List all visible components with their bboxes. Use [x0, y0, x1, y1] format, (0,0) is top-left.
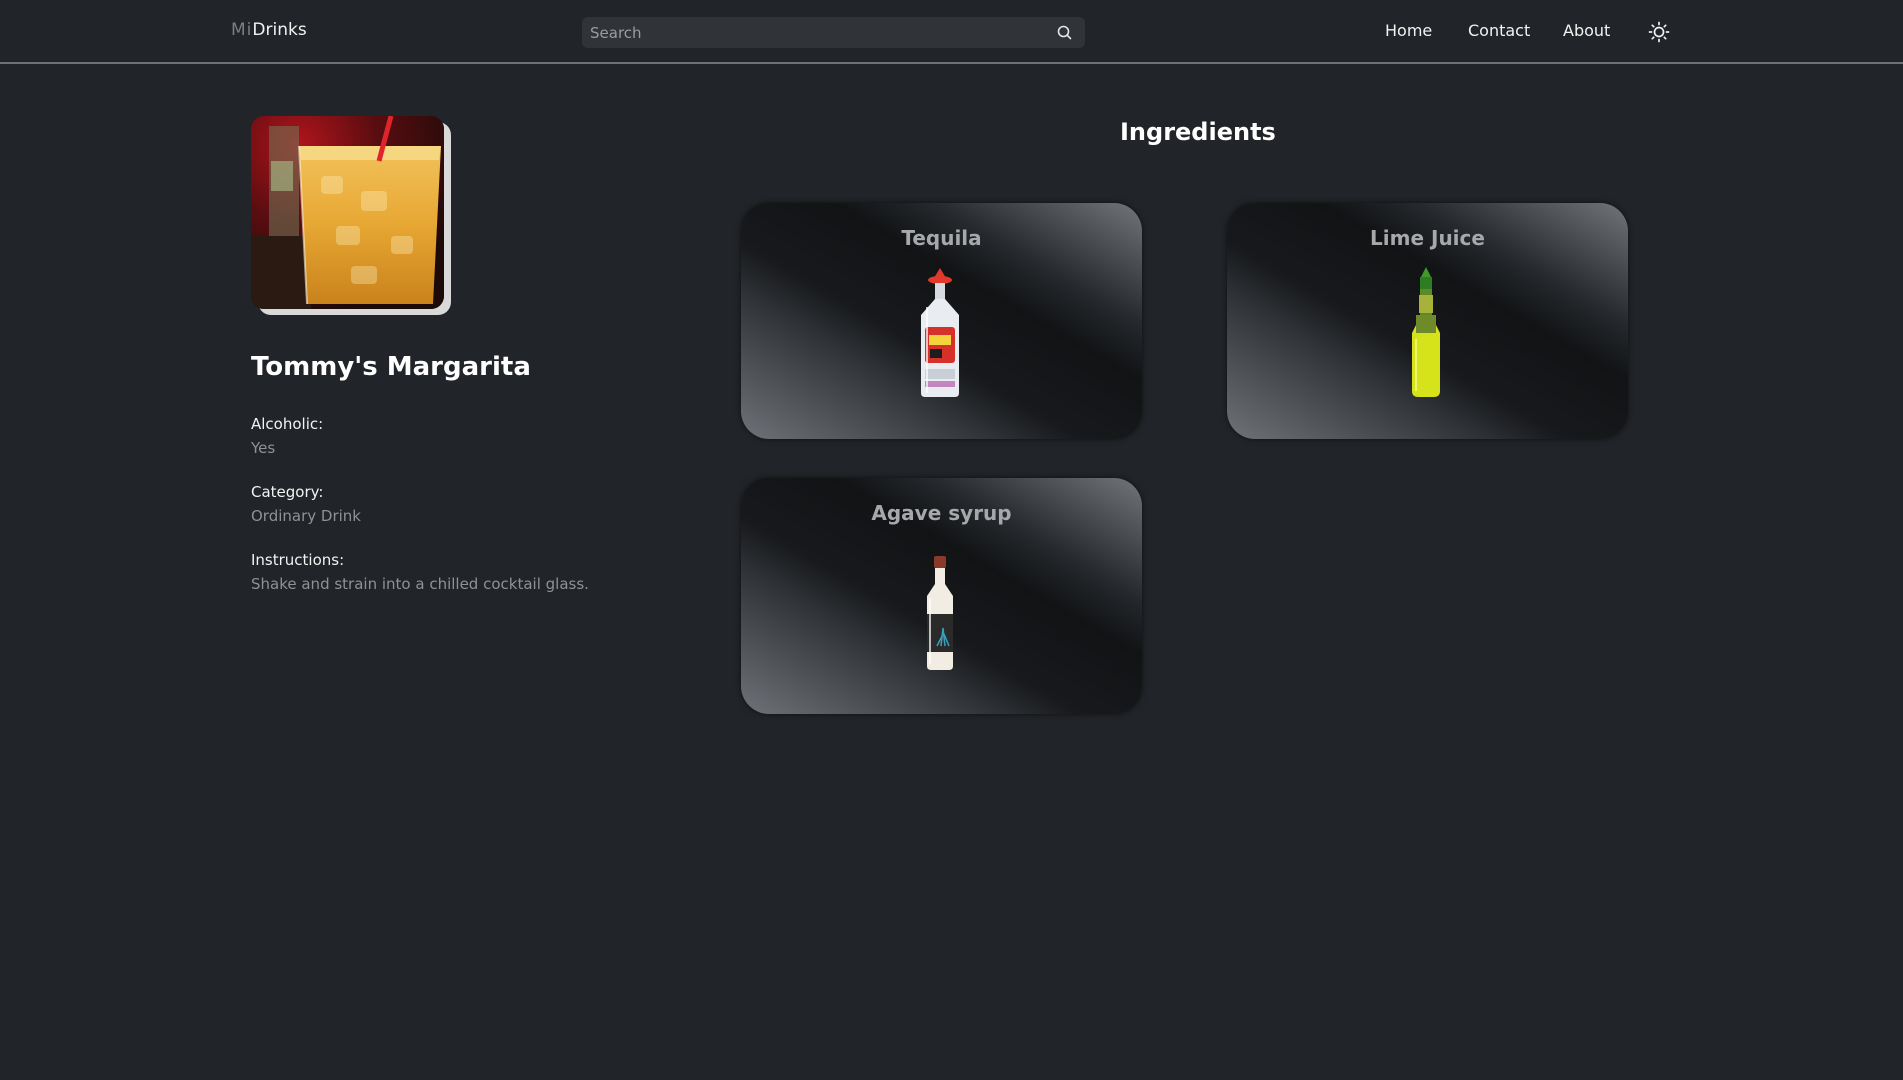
tequila-bottle-icon [921, 268, 959, 397]
drink-name: Tommy's Margarita [251, 352, 531, 382]
instructions-value: Shake and strain into a chilled cocktail… [251, 575, 589, 593]
drink-photo [251, 116, 444, 309]
nav-home[interactable]: Home [1385, 21, 1432, 40]
lime-juice-bottle-icon [1412, 267, 1440, 397]
nav-contact[interactable]: Contact [1468, 21, 1530, 40]
logo-drinks: Drinks [252, 20, 307, 40]
site-logo[interactable]: MiDrinks [231, 20, 307, 40]
top-navbar: MiDrinks Home Contact About [0, 0, 1903, 64]
nav-about[interactable]: About [1563, 21, 1610, 40]
alcoholic-value: Yes [251, 439, 276, 457]
sun-icon[interactable] [1648, 21, 1670, 43]
logo-mi: Mi [231, 20, 253, 40]
instructions-label: Instructions: [251, 551, 345, 569]
category-label: Category: [251, 483, 324, 501]
ingredient-card-tequila[interactable]: Tequila [741, 203, 1142, 439]
agave-syrup-bottle-icon [927, 556, 953, 670]
search-bar [582, 17, 1085, 48]
ingredient-card-lime-juice[interactable]: Lime Juice [1227, 203, 1628, 439]
ingredient-card-agave-syrup[interactable]: Agave syrup [741, 478, 1142, 714]
ingredients-heading: Ingredients [1120, 118, 1276, 146]
search-icon[interactable] [1056, 24, 1073, 41]
category-value: Ordinary Drink [251, 507, 361, 525]
alcoholic-label: Alcoholic: [251, 415, 324, 433]
search-input[interactable] [582, 17, 1042, 48]
